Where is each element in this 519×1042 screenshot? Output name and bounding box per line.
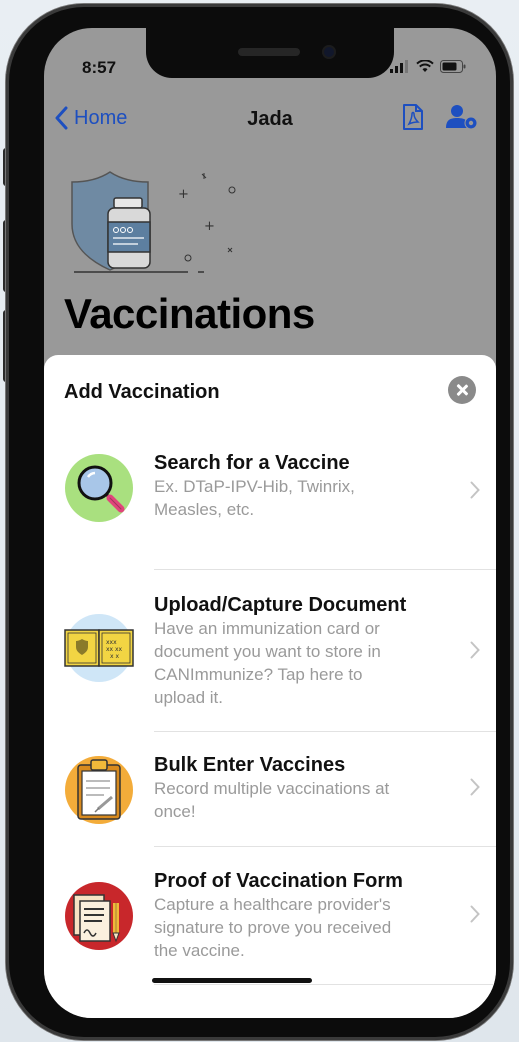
desc-line: Have an immunization card or [154, 619, 380, 638]
svg-text:xx xx: xx xx [106, 646, 123, 653]
option-upload-document[interactable]: xxx xx xx x x Upload/Capture Document Ha… [44, 593, 496, 713]
sheet-title: Add Vaccination [64, 381, 220, 403]
vaccine-shield-illustration: + + [71, 171, 236, 273]
desc-line: Record multiple vaccinations at [154, 779, 390, 798]
notch [146, 28, 394, 78]
front-camera [322, 45, 336, 59]
option-text: Search for a Vaccine Ex. DTaP-IPV-Hib, T… [154, 451, 446, 521]
option-description: Ex. DTaP-IPV-Hib, Twinrix, Measles, etc. [154, 475, 446, 521]
chevron-right-icon [470, 481, 480, 499]
user-settings-icon[interactable] [446, 104, 478, 130]
desc-line: Capture a healthcare provider's [154, 895, 391, 914]
svg-text:+: + [178, 187, 189, 202]
status-time: 8:57 [82, 58, 117, 77]
navigation-bar: Home Jada [44, 92, 496, 148]
page-title: Vaccinations [64, 290, 315, 337]
option-search-vaccine[interactable]: Search for a Vaccine Ex. DTaP-IPV-Hib, T… [44, 447, 496, 547]
clipboard-icon [65, 756, 133, 824]
magnifier-icon [65, 454, 133, 522]
option-proof-form[interactable]: Proof of Vaccination Form Capture a heal… [44, 869, 496, 979]
desc-line: Ex. DTaP-IPV-Hib, Twinrix, [154, 477, 355, 496]
divider [154, 569, 496, 570]
chevron-right-icon [470, 641, 480, 659]
option-title: Search for a Vaccine [154, 452, 350, 474]
option-title: Proof of Vaccination Form [154, 870, 403, 892]
svg-text:xxx: xxx [106, 639, 117, 646]
cellular-signal-icon [390, 60, 408, 73]
immunization-card-icon: xxx xx xx x x [64, 614, 134, 682]
status-bar: 8:57 [44, 28, 496, 92]
speaker [238, 48, 300, 56]
add-vaccination-sheet: Add Vaccination Search for a Vaccine Ex.… [44, 355, 496, 1018]
nav-actions [402, 104, 478, 130]
desc-line: Measles, etc. [154, 500, 255, 519]
desc-line: upload it. [154, 688, 223, 707]
desc-line: the vaccine. [154, 941, 245, 960]
divider [154, 731, 496, 732]
desc-line: document you want to store in [154, 642, 381, 661]
divider [154, 846, 496, 847]
option-description: Have an immunization card or document yo… [154, 617, 446, 709]
divider [154, 984, 496, 985]
pdf-icon[interactable] [402, 104, 424, 130]
desc-line: CANImmunize? Tap here to [154, 665, 363, 684]
option-text: Proof of Vaccination Form Capture a heal… [154, 869, 446, 962]
option-title: Bulk Enter Vaccines [154, 754, 346, 776]
desc-line: signature to prove you received [154, 918, 392, 937]
wifi-icon [416, 60, 434, 72]
signed-form-icon [65, 882, 133, 950]
option-text: Upload/Capture Document Have an immuniza… [154, 593, 446, 709]
home-indicator[interactable] [152, 978, 312, 983]
svg-text:+: + [204, 219, 215, 234]
desc-line: once! [154, 802, 196, 821]
battery-icon [440, 60, 466, 73]
option-bulk-enter[interactable]: Bulk Enter Vaccines Record multiple vacc… [44, 753, 496, 843]
option-title: Upload/Capture Document [154, 594, 407, 616]
chevron-right-icon [470, 778, 480, 796]
option-description: Capture a healthcare provider's signatur… [154, 893, 446, 962]
option-description: Record multiple vaccinations at once! [154, 777, 446, 823]
screen: 8:57 Home Jada + + Vaccinations Add Vacc… [44, 28, 496, 1018]
status-icons [390, 60, 466, 73]
close-button[interactable] [448, 376, 476, 404]
phone-frame: 8:57 Home Jada + + Vaccinations Add Vacc… [6, 4, 513, 1040]
svg-text:x x: x x [110, 653, 119, 660]
option-text: Bulk Enter Vaccines Record multiple vacc… [154, 753, 446, 823]
chevron-right-icon [470, 905, 480, 923]
